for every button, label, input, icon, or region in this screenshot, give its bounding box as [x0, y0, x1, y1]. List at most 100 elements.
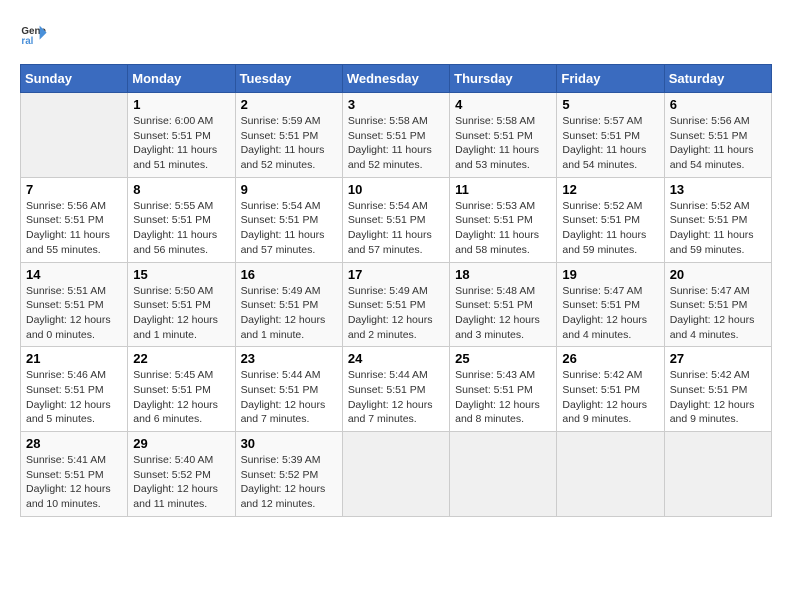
- day-info: Sunrise: 6:00 AM Sunset: 5:51 PM Dayligh…: [133, 114, 229, 173]
- calendar-week-3: 14 Sunrise: 5:51 AM Sunset: 5:51 PM Dayli…: [21, 262, 772, 347]
- day-info: Sunrise: 5:42 AM Sunset: 5:51 PM Dayligh…: [670, 368, 766, 427]
- day-info: Sunrise: 5:48 AM Sunset: 5:51 PM Dayligh…: [455, 284, 551, 343]
- calendar-cell: 17Sunrise: 5:49 AM Sunset: 5:51 PM Dayli…: [342, 262, 449, 347]
- calendar-cell: [557, 432, 664, 517]
- weekday-header-monday: Monday: [128, 65, 235, 93]
- day-number: 20: [670, 267, 766, 282]
- calendar-week-4: 21 Sunrise: 5:46 AM Sunset: 5:51 PM Dayli…: [21, 347, 772, 432]
- day-info: Sunrise: 5:58 AM Sunset: 5:51 PM Dayligh…: [348, 114, 444, 173]
- day-number: 3: [348, 97, 444, 112]
- calendar-cell: 2 Sunrise: 5:59 AM Sunset: 5:51 PM Daylig…: [235, 93, 342, 178]
- day-info: Sunrise: 5:54 AM Sunset: 5:51 PM Dayligh…: [241, 199, 337, 258]
- calendar-cell: 7 Sunrise: 5:56 AM Sunset: 5:51 PM Daylig…: [21, 177, 128, 262]
- calendar-cell: 26 Sunrise: 5:42 AM Sunset: 5:51 PM Dayli…: [557, 347, 664, 432]
- day-info: Sunrise: 5:57 AM Sunset: 5:51 PM Dayligh…: [562, 114, 658, 173]
- day-number: 8: [133, 182, 229, 197]
- day-number: 4: [455, 97, 551, 112]
- day-number: 11: [455, 182, 551, 197]
- day-number: 23: [241, 351, 337, 366]
- calendar-cell: 9 Sunrise: 5:54 AM Sunset: 5:51 PM Daylig…: [235, 177, 342, 262]
- day-info: Sunrise: 5:52 AM Sunset: 5:51 PM Dayligh…: [562, 199, 658, 258]
- day-info: Sunrise: 5:41 AM Sunset: 5:51 PM Dayligh…: [26, 453, 122, 512]
- day-info: Sunrise: 5:56 AM Sunset: 5:51 PM Dayligh…: [670, 114, 766, 173]
- weekday-header-wednesday: Wednesday: [342, 65, 449, 93]
- day-number: 15: [133, 267, 229, 282]
- calendar-cell: 23 Sunrise: 5:44 AM Sunset: 5:51 PM Dayli…: [235, 347, 342, 432]
- day-info: Sunrise: 5:45 AM Sunset: 5:51 PM Dayligh…: [133, 368, 229, 427]
- calendar-cell: 8 Sunrise: 5:55 AM Sunset: 5:51 PM Daylig…: [128, 177, 235, 262]
- day-number: 13: [670, 182, 766, 197]
- day-number: 17: [348, 267, 444, 282]
- day-info: Sunrise: 5:47 AM Sunset: 5:51 PM Dayligh…: [562, 284, 658, 343]
- day-info: Sunrise: 5:43 AM Sunset: 5:51 PM Dayligh…: [455, 368, 551, 427]
- weekday-header-tuesday: Tuesday: [235, 65, 342, 93]
- day-number: 9: [241, 182, 337, 197]
- day-info: Sunrise: 5:56 AM Sunset: 5:51 PM Dayligh…: [26, 199, 122, 258]
- calendar-cell: [664, 432, 771, 517]
- day-number: 5: [562, 97, 658, 112]
- calendar-cell: 27 Sunrise: 5:42 AM Sunset: 5:51 PM Dayli…: [664, 347, 771, 432]
- day-info: Sunrise: 5:47 AM Sunset: 5:51 PM Dayligh…: [670, 284, 766, 343]
- logo: Gene ral: [20, 20, 52, 48]
- day-number: 21: [26, 351, 122, 366]
- day-info: Sunrise: 5:44 AM Sunset: 5:51 PM Dayligh…: [241, 368, 337, 427]
- calendar-cell: 10 Sunrise: 5:54 AM Sunset: 5:51 PM Dayli…: [342, 177, 449, 262]
- calendar-cell: [342, 432, 449, 517]
- calendar-cell: 3 Sunrise: 5:58 AM Sunset: 5:51 PM Daylig…: [342, 93, 449, 178]
- day-info: Sunrise: 5:51 AM Sunset: 5:51 PM Dayligh…: [26, 284, 122, 343]
- day-number: 19: [562, 267, 658, 282]
- day-info: Sunrise: 5:59 AM Sunset: 5:51 PM Dayligh…: [241, 114, 337, 173]
- day-info: Sunrise: 5:40 AM Sunset: 5:52 PM Dayligh…: [133, 453, 229, 512]
- day-info: Sunrise: 5:58 AM Sunset: 5:51 PM Dayligh…: [455, 114, 551, 173]
- calendar-cell: 5 Sunrise: 5:57 AM Sunset: 5:51 PM Daylig…: [557, 93, 664, 178]
- calendar-cell: [21, 93, 128, 178]
- calendar-cell: 15 Sunrise: 5:50 AM Sunset: 5:51 PM Dayli…: [128, 262, 235, 347]
- svg-text:ral: ral: [21, 36, 33, 47]
- day-number: 6: [670, 97, 766, 112]
- calendar-cell: 18 Sunrise: 5:48 AM Sunset: 5:51 PM Dayli…: [450, 262, 557, 347]
- calendar-cell: [450, 432, 557, 517]
- day-number: 1: [133, 97, 229, 112]
- day-number: 30: [241, 436, 337, 451]
- weekday-header-thursday: Thursday: [450, 65, 557, 93]
- logo-icon: Gene ral: [20, 20, 48, 48]
- day-number: 2: [241, 97, 337, 112]
- calendar-cell: 22 Sunrise: 5:45 AM Sunset: 5:51 PM Dayli…: [128, 347, 235, 432]
- day-info: Sunrise: 5:42 AM Sunset: 5:51 PM Dayligh…: [562, 368, 658, 427]
- day-number: 10: [348, 182, 444, 197]
- calendar-cell: 21 Sunrise: 5:46 AM Sunset: 5:51 PM Dayli…: [21, 347, 128, 432]
- day-number: 16: [241, 267, 337, 282]
- day-info: Sunrise: 5:52 AM Sunset: 5:51 PM Dayligh…: [670, 199, 766, 258]
- calendar-week-1: 1 Sunrise: 6:00 AM Sunset: 5:51 PM Daylig…: [21, 93, 772, 178]
- day-number: 12: [562, 182, 658, 197]
- day-number: 14: [26, 267, 122, 282]
- calendar-cell: 29Sunrise: 5:40 AM Sunset: 5:52 PM Dayli…: [128, 432, 235, 517]
- weekday-header-saturday: Saturday: [664, 65, 771, 93]
- calendar-cell: 16Sunrise: 5:49 AM Sunset: 5:51 PM Dayli…: [235, 262, 342, 347]
- day-number: 27: [670, 351, 766, 366]
- calendar-table: SundayMondayTuesdayWednesdayThursdayFrid…: [20, 64, 772, 517]
- weekday-header-sunday: Sunday: [21, 65, 128, 93]
- calendar-cell: 19 Sunrise: 5:47 AM Sunset: 5:51 PM Dayli…: [557, 262, 664, 347]
- day-number: 24: [348, 351, 444, 366]
- day-info: Sunrise: 5:53 AM Sunset: 5:51 PM Dayligh…: [455, 199, 551, 258]
- day-info: Sunrise: 5:44 AM Sunset: 5:51 PM Dayligh…: [348, 368, 444, 427]
- day-number: 26: [562, 351, 658, 366]
- calendar-cell: 6 Sunrise: 5:56 AM Sunset: 5:51 PM Daylig…: [664, 93, 771, 178]
- calendar-cell: 11 Sunrise: 5:53 AM Sunset: 5:51 PM Dayli…: [450, 177, 557, 262]
- day-info: Sunrise: 5:50 AM Sunset: 5:51 PM Dayligh…: [133, 284, 229, 343]
- calendar-cell: 1 Sunrise: 6:00 AM Sunset: 5:51 PM Daylig…: [128, 93, 235, 178]
- day-number: 25: [455, 351, 551, 366]
- day-number: 28: [26, 436, 122, 451]
- calendar-cell: 30Sunrise: 5:39 AM Sunset: 5:52 PM Dayli…: [235, 432, 342, 517]
- day-number: 18: [455, 267, 551, 282]
- day-info: Sunrise: 5:54 AM Sunset: 5:51 PM Dayligh…: [348, 199, 444, 258]
- day-number: 7: [26, 182, 122, 197]
- day-number: 22: [133, 351, 229, 366]
- day-info: Sunrise: 5:46 AM Sunset: 5:51 PM Dayligh…: [26, 368, 122, 427]
- calendar-cell: 25 Sunrise: 5:43 AM Sunset: 5:51 PM Dayli…: [450, 347, 557, 432]
- day-info: Sunrise: 5:55 AM Sunset: 5:51 PM Dayligh…: [133, 199, 229, 258]
- calendar-cell: 13 Sunrise: 5:52 AM Sunset: 5:51 PM Dayli…: [664, 177, 771, 262]
- page-header: Gene ral: [20, 20, 772, 48]
- calendar-week-5: 28 Sunrise: 5:41 AM Sunset: 5:51 PM Dayli…: [21, 432, 772, 517]
